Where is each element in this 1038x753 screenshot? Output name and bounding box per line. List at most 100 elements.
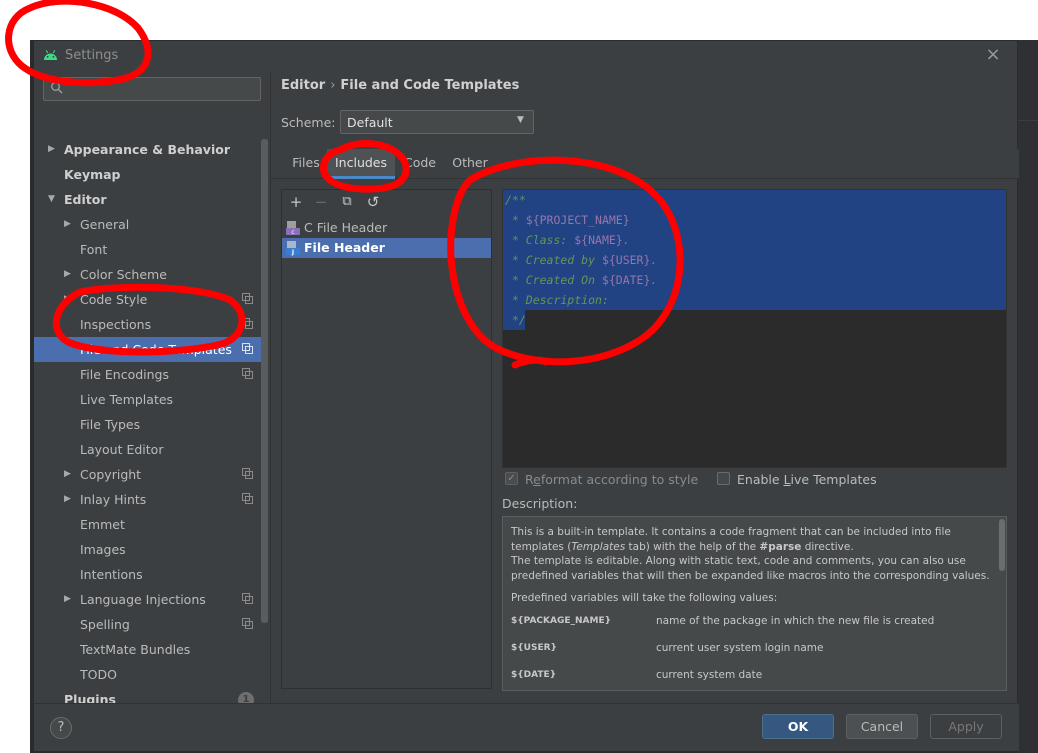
- scheme-dropdown[interactable]: Default ▼: [340, 110, 534, 134]
- list-item-file-header[interactable]: J File Header: [282, 238, 491, 258]
- project-scope-icon: [242, 593, 253, 604]
- desc-strong: #parse: [759, 540, 802, 553]
- sidebar-item-layout-editor[interactable]: Layout Editor: [34, 437, 262, 462]
- chevron-right-icon[interactable]: ▶: [64, 487, 71, 512]
- help-button[interactable]: ?: [50, 717, 72, 739]
- title-bar: Settings ×: [34, 41, 1019, 71]
- sidebar-item-live-templates[interactable]: Live Templates: [34, 387, 262, 412]
- desc-text-run: tab) with the help of the: [625, 540, 760, 553]
- code-line: */: [505, 310, 526, 330]
- java-header-icon: J: [286, 241, 300, 256]
- sidebar-scrollbar[interactable]: [261, 139, 268, 623]
- breadcrumb-current: File and Code Templates: [340, 78, 520, 93]
- chevron-right-icon[interactable]: ▶: [48, 137, 55, 162]
- code-line: * Created by ${USER}.: [505, 250, 657, 270]
- sidebar-item-label: Appearance & Behavior: [64, 142, 230, 157]
- description-paragraph: Predefined variables will take the follo…: [511, 592, 778, 604]
- code-variable: ${PROJECT_NAME}: [525, 213, 630, 227]
- add-icon[interactable]: +: [288, 194, 304, 210]
- template-tabs: Files Includes Code Other: [271, 149, 1019, 179]
- reformat-checkbox[interactable]: ✓: [505, 472, 518, 485]
- variable-description: current system date: [656, 668, 763, 681]
- tab-code[interactable]: Code: [395, 149, 445, 179]
- sidebar-item-label: Layout Editor: [80, 442, 164, 457]
- sidebar-item-todo[interactable]: TODO: [34, 662, 262, 687]
- ok-button[interactable]: OK: [762, 714, 834, 739]
- tab-includes[interactable]: Includes: [327, 149, 395, 179]
- chevron-right-icon[interactable]: ▶: [64, 287, 71, 312]
- live-templates-checkbox[interactable]: [717, 472, 730, 485]
- code-line: * Created On ${DATE}.: [505, 270, 657, 290]
- sidebar-item-font[interactable]: Font: [34, 237, 262, 262]
- c-header-icon: c: [286, 221, 300, 236]
- sidebar-item-inspections[interactable]: Inspections: [34, 312, 262, 337]
- sidebar-item-plugins[interactable]: Plugins 1: [34, 687, 262, 703]
- sidebar-item-label: Language Injections: [80, 592, 206, 607]
- sidebar-item-copyright[interactable]: ▶ Copyright: [34, 462, 262, 487]
- variable-row: ${PACKAGE_NAME} name of the package in wh…: [511, 614, 991, 641]
- apply-button[interactable]: Apply: [930, 714, 1002, 739]
- description-paragraph: This is a built-in template. It contains…: [511, 525, 991, 583]
- search-icon: [51, 82, 63, 94]
- sidebar-item-general[interactable]: ▶ General: [34, 212, 262, 237]
- chevron-right-icon[interactable]: ▶: [64, 262, 71, 287]
- reset-icon[interactable]: ↺: [365, 194, 381, 210]
- chevron-down-icon[interactable]: ▼: [48, 187, 55, 212]
- sidebar-item-emmet[interactable]: Emmet: [34, 512, 262, 537]
- sidebar-item-label: General: [80, 217, 130, 232]
- project-scope-icon: [242, 318, 253, 329]
- sidebar-item-label: Copyright: [80, 467, 142, 482]
- code-comment: /**: [505, 193, 526, 207]
- svg-text:c: c: [291, 229, 294, 236]
- project-scope-icon: [242, 618, 253, 629]
- sidebar-item-keymap[interactable]: Keymap: [34, 162, 262, 187]
- dialog-button-bar: ? OK Cancel Apply: [34, 703, 1019, 751]
- sidebar-item-appearance-behavior[interactable]: ▶ Appearance & Behavior: [34, 137, 262, 162]
- code-comment: * Created by: [505, 253, 602, 267]
- live-mnemonic: L: [783, 472, 791, 487]
- cancel-button[interactable]: Cancel: [846, 714, 918, 739]
- code-variable: ${USER}: [601, 253, 651, 267]
- tab-files[interactable]: Files: [285, 149, 327, 179]
- tab-other[interactable]: Other: [445, 149, 495, 179]
- sidebar-item-code-style[interactable]: ▶ Code Style: [34, 287, 262, 312]
- code-line: * Class: ${NAME}.: [505, 230, 630, 250]
- close-icon[interactable]: ×: [983, 44, 1003, 65]
- code-comment: .: [650, 253, 658, 267]
- sidebar-item-label: Live Templates: [80, 392, 174, 407]
- breadcrumb-parent[interactable]: Editor: [281, 78, 325, 93]
- template-code-editor[interactable]: /** * ${PROJECT_NAME} * Class: ${NAME}. …: [502, 189, 1007, 468]
- chevron-right-icon[interactable]: ▶: [64, 212, 71, 237]
- sidebar-item-file-encodings[interactable]: File Encodings: [34, 362, 262, 387]
- settings-search-input[interactable]: [43, 77, 261, 101]
- sidebar-item-file-and-code-templates[interactable]: File and Code Templates: [34, 337, 262, 362]
- sidebar-item-spelling[interactable]: Spelling: [34, 612, 262, 637]
- remove-icon[interactable]: −: [313, 194, 329, 210]
- copy-icon[interactable]: ⧉: [339, 194, 355, 210]
- sidebar-item-label: Editor: [64, 192, 107, 207]
- sidebar-item-language-injections[interactable]: ▶ Language Injections: [34, 587, 262, 612]
- live-templates-label: Enable Live Templates: [737, 472, 877, 487]
- sidebar-item-label: Spelling: [80, 617, 130, 632]
- code-line: * ${PROJECT_NAME}: [505, 210, 630, 230]
- live-label-part: ive Templates: [790, 472, 877, 487]
- sidebar-item-label: Images: [80, 542, 126, 557]
- sidebar-item-textmate-bundles[interactable]: TextMate Bundles: [34, 637, 262, 662]
- live-label-part: Enable: [737, 472, 784, 487]
- sidebar-item-color-scheme[interactable]: ▶ Color Scheme: [34, 262, 262, 287]
- code-comment: * Created On: [505, 273, 602, 287]
- chevron-right-icon[interactable]: ▶: [64, 587, 71, 612]
- description-scrollbar[interactable]: [999, 519, 1005, 571]
- template-label: File Header: [304, 240, 385, 255]
- sidebar-item-label: File and Code Templates: [80, 342, 232, 357]
- project-scope-icon: [242, 368, 253, 379]
- sidebar-item-intentions[interactable]: Intentions: [34, 562, 262, 587]
- sidebar-item-images[interactable]: Images: [34, 537, 262, 562]
- sidebar-item-file-types[interactable]: File Types: [34, 412, 262, 437]
- list-item-c-file-header[interactable]: c C File Header: [282, 218, 491, 238]
- sidebar-item-inlay-hints[interactable]: ▶ Inlay Hints: [34, 487, 262, 512]
- chevron-right-icon[interactable]: ▶: [64, 462, 71, 487]
- reformat-mnemonic: e: [533, 472, 541, 487]
- sidebar-item-editor[interactable]: ▼ Editor: [34, 187, 262, 212]
- sidebar-item-label: Intentions: [80, 567, 143, 582]
